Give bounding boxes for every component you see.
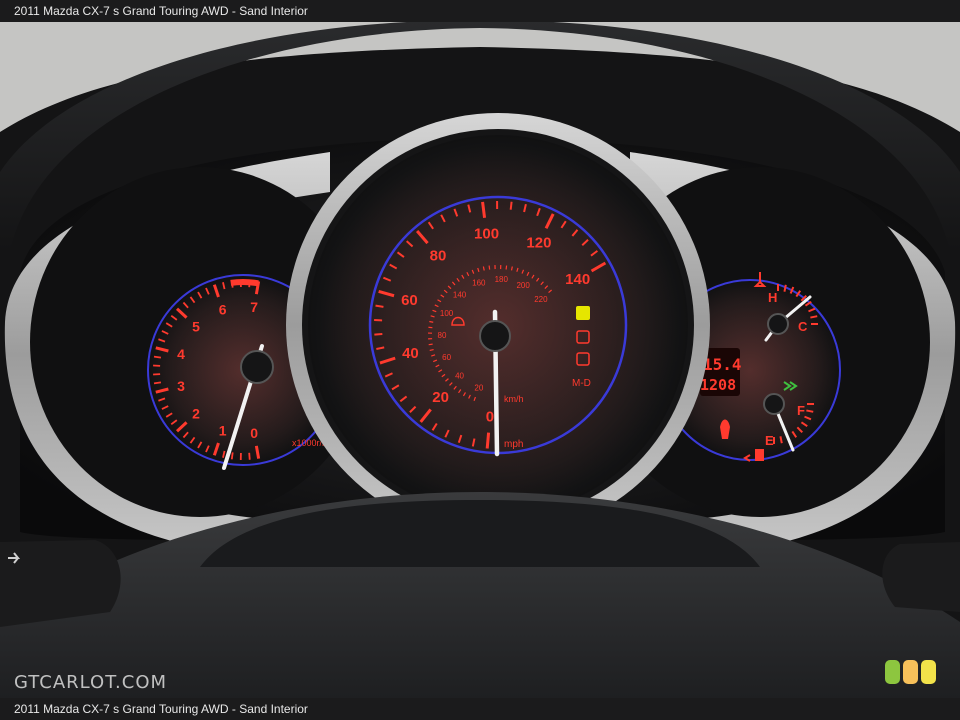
tach-label: 0 bbox=[250, 425, 258, 441]
logo-dot-orange bbox=[903, 660, 918, 684]
odometer-total: 1208 bbox=[700, 376, 736, 394]
temperature-hot-label: H bbox=[768, 290, 777, 305]
kmh-label: 80 bbox=[438, 331, 447, 340]
kmh-label: 220 bbox=[534, 295, 548, 304]
fuel-empty-label: E bbox=[765, 433, 774, 448]
logo-dot-green bbox=[885, 660, 900, 684]
caption-bottom: 2011 Mazda CX-7 s Grand Touring AWD - Sa… bbox=[0, 698, 960, 720]
kmh-label: 60 bbox=[442, 353, 451, 362]
speedometer-kmh-unit: km/h bbox=[504, 394, 524, 404]
photo-frame: 2011 Mazda CX-7 s Grand Touring AWD - Sa… bbox=[0, 0, 960, 720]
fuel-full-label: F bbox=[797, 403, 805, 418]
right-stalk bbox=[882, 542, 960, 612]
mph-label: 120 bbox=[526, 235, 551, 252]
fuel-tick bbox=[806, 409, 814, 413]
kmh-label: 100 bbox=[440, 309, 454, 318]
tach-label: 7 bbox=[250, 299, 258, 315]
tachometer-hub bbox=[240, 350, 274, 384]
mph-label: 0 bbox=[486, 409, 494, 426]
temp-tick bbox=[783, 284, 787, 292]
parking-brake-indicator-icon bbox=[576, 306, 590, 320]
mph-label: 100 bbox=[474, 226, 499, 243]
fuel-tick bbox=[779, 436, 783, 444]
tach-tick bbox=[153, 355, 162, 359]
tach-label: 1 bbox=[219, 423, 227, 439]
tach-label: 4 bbox=[177, 346, 185, 362]
tach-tick bbox=[153, 381, 162, 385]
mph-tick bbox=[374, 332, 383, 336]
kmh-tick bbox=[429, 320, 434, 323]
tach-tick bbox=[230, 452, 234, 460]
tach-label: 3 bbox=[177, 378, 185, 394]
speedometer-hub bbox=[479, 320, 511, 352]
dashboard-photo: 0123456 7 x1000r/min H C F E 15.4 1208 0… bbox=[0, 22, 960, 698]
kmh-label: 200 bbox=[516, 281, 530, 290]
mph-label: 40 bbox=[402, 345, 419, 362]
mode-indicator: M-D bbox=[572, 378, 591, 389]
mph-label: 60 bbox=[401, 292, 418, 309]
mph-label: 140 bbox=[565, 271, 590, 288]
kmh-label: 140 bbox=[453, 290, 467, 299]
mph-label: 80 bbox=[430, 247, 447, 264]
odometer-trip: 15.4 bbox=[703, 355, 742, 374]
mph-tick bbox=[485, 432, 491, 449]
speedometer: 0 20 40 60 80 100 120 140 20 40 60 80 100 140 160 180 2… bbox=[286, 113, 710, 537]
kmh-tick bbox=[482, 266, 485, 271]
watermark: GTCARLOT.COM bbox=[14, 672, 168, 693]
kmh-tick bbox=[510, 266, 513, 271]
temperature-hub bbox=[767, 313, 789, 335]
speedometer-mph-unit: mph bbox=[504, 439, 523, 450]
mph-tick bbox=[509, 201, 513, 210]
fuel-pump-icon bbox=[755, 449, 764, 461]
tach-label: 6 bbox=[219, 301, 227, 317]
temperature-cold-label: C bbox=[798, 319, 808, 334]
tach-tick bbox=[248, 452, 251, 460]
tach-label: 2 bbox=[192, 406, 200, 422]
mph-tick bbox=[375, 304, 384, 308]
kmh-tick bbox=[488, 265, 491, 270]
tach-redline bbox=[230, 279, 259, 287]
kmh-label: 40 bbox=[455, 372, 464, 381]
kmh-label: 20 bbox=[474, 384, 483, 393]
mph-tick bbox=[481, 201, 487, 219]
fuel-hub bbox=[763, 393, 785, 415]
caption-top: 2011 Mazda CX-7 s Grand Touring AWD - Sa… bbox=[0, 0, 960, 22]
kmh-label: 160 bbox=[472, 278, 486, 287]
tach-label: 5 bbox=[192, 318, 200, 334]
kmh-label: 180 bbox=[495, 275, 509, 284]
kmh-tick bbox=[428, 343, 433, 346]
mph-label: 20 bbox=[432, 389, 449, 406]
site-logo bbox=[885, 660, 936, 684]
logo-dot-yellow bbox=[921, 660, 936, 684]
temp-tick bbox=[810, 315, 818, 319]
